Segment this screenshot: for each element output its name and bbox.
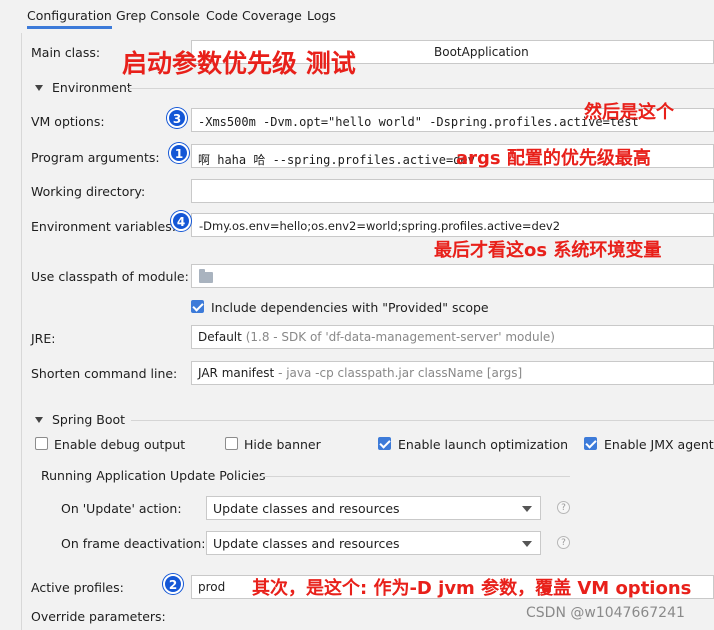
enable-launch-optimization-checkbox[interactable] xyxy=(378,437,391,450)
badge-2: 2 xyxy=(163,574,183,594)
tab-code-coverage[interactable]: Code Coverage xyxy=(206,6,302,26)
tab-bar: Configuration Grep Console Code Coverage… xyxy=(0,0,714,32)
main-class-value: BootApplication xyxy=(434,45,529,59)
annotation-args: args 配置的优先级最高 xyxy=(456,148,651,169)
annotation-env: 最后才看这os 系统环境变量 xyxy=(434,240,662,261)
jre-default: Default xyxy=(198,330,242,344)
enable-jmx-agent-label: Enable JMX agent xyxy=(604,437,714,452)
annotation-title: 启动参数优先级 测试 xyxy=(122,49,356,78)
chevron-down-icon[interactable] xyxy=(35,85,43,91)
environment-variables-field[interactable]: -Dmy.os.env=hello;os.env2=world;spring.p… xyxy=(191,213,714,237)
jre-hint: (1.8 - SDK of 'df-data-management-server… xyxy=(245,330,555,344)
chevron-down-icon xyxy=(522,506,532,512)
tab-configuration[interactable]: Configuration xyxy=(27,6,112,29)
main-class-label: Main class: xyxy=(31,45,101,60)
vm-options-label: VM options: xyxy=(31,114,105,129)
help-icon[interactable]: ? xyxy=(557,536,570,549)
shorten-hint: - java -cp classpath.jar className [args… xyxy=(278,366,523,380)
chevron-down-icon[interactable] xyxy=(35,417,43,423)
jre-label: JRE: xyxy=(31,331,56,346)
jre-value: Default (1.8 - SDK of 'df-data-managemen… xyxy=(198,330,555,344)
badge-3: 3 xyxy=(167,108,187,128)
on-update-dropdown[interactable]: Update classes and resources xyxy=(206,496,541,520)
environment-variables-value: -Dmy.os.env=hello;os.env2=world;spring.p… xyxy=(199,219,561,233)
chevron-down-icon xyxy=(522,541,532,547)
watermark: CSDN @w1047667241 xyxy=(526,605,685,621)
include-dependencies-label: Include dependencies with "Provided" sco… xyxy=(211,300,489,315)
classpath-module-field[interactable] xyxy=(191,264,714,288)
badge-1: 1 xyxy=(169,143,189,163)
policies-title: Running Application Update Policies xyxy=(41,468,266,483)
hide-banner-checkbox[interactable] xyxy=(225,437,238,450)
working-directory-label: Working directory: xyxy=(31,184,146,199)
on-frame-deactivation-dropdown[interactable]: Update classes and resources xyxy=(206,531,541,555)
spring-boot-section-label: Spring Boot xyxy=(52,412,126,427)
program-arguments-label: Program arguments: xyxy=(31,150,160,165)
shorten-command-line-field[interactable]: JAR manifest - java -cp classpath.jar cl… xyxy=(191,361,714,385)
hide-banner-label: Hide banner xyxy=(244,437,321,452)
shorten-value: JAR manifest xyxy=(198,366,275,380)
tab-logs[interactable]: Logs xyxy=(307,6,336,26)
shorten-command-line-value: JAR manifest - java -cp classpath.jar cl… xyxy=(198,366,522,380)
folder-icon xyxy=(199,269,213,283)
tab-grep-console[interactable]: Grep Console xyxy=(116,6,200,26)
override-parameters-label: Override parameters: xyxy=(31,609,166,624)
annotation-profiles: 其次，是这个: 作为-D jvm 参数，覆盖 VM options xyxy=(252,578,692,599)
include-dependencies-checkbox[interactable] xyxy=(191,300,204,313)
vm-options-value: -Xms500m -Dvm.opt="hello world" -Dspring… xyxy=(198,115,639,129)
on-frame-deactivation-label: On frame deactivation: xyxy=(61,536,206,551)
environment-section-label: Environment xyxy=(52,80,132,95)
shorten-command-line-label: Shorten command line: xyxy=(31,366,178,381)
program-arguments-value: 啊 haha 哈 --spring.profiles.active=dev xyxy=(198,153,475,167)
on-update-value: Update classes and resources xyxy=(213,501,400,516)
environment-variables-label: Environment variables: xyxy=(31,219,176,234)
active-profiles-value: prod xyxy=(198,580,226,594)
spring-boot-divider xyxy=(131,420,714,421)
classpath-module-label: Use classpath of module: xyxy=(31,269,189,284)
enable-debug-output-label: Enable debug output xyxy=(54,437,186,452)
enable-debug-output-checkbox[interactable] xyxy=(35,437,48,450)
environment-divider xyxy=(126,88,714,89)
enable-jmx-agent-checkbox[interactable] xyxy=(584,437,597,450)
active-profiles-label: Active profiles: xyxy=(31,580,124,595)
on-frame-deactivation-value: Update classes and resources xyxy=(213,536,400,551)
help-icon[interactable]: ? xyxy=(557,501,570,514)
jre-field[interactable]: Default (1.8 - SDK of 'df-data-managemen… xyxy=(191,325,714,349)
on-update-label: On 'Update' action: xyxy=(61,501,182,516)
badge-4: 4 xyxy=(171,211,191,231)
working-directory-field[interactable] xyxy=(191,179,714,203)
enable-launch-optimization-label: Enable launch optimization xyxy=(398,437,569,452)
policies-divider xyxy=(259,476,570,477)
annotation-vm: 然后是这个 xyxy=(584,102,674,123)
